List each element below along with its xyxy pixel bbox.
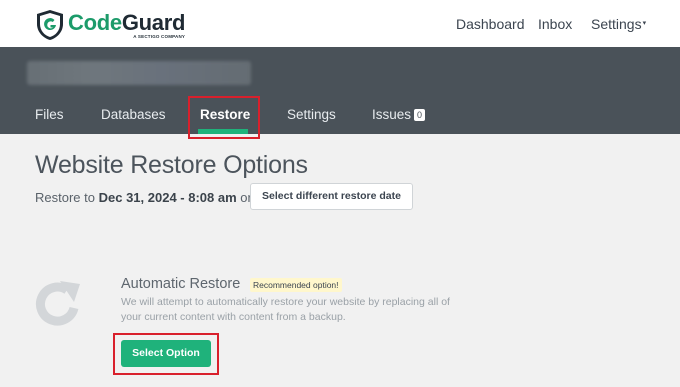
tab-issues-label: Issues — [372, 107, 412, 122]
restore-to-prefix: Restore to — [35, 190, 95, 205]
logo-word-guard: Guard — [121, 10, 186, 35]
nav-settings-dropdown[interactable]: Settings▾ — [591, 16, 646, 32]
nav-dashboard-link[interactable]: Dashboard — [456, 16, 525, 32]
tab-files[interactable]: Files — [35, 107, 64, 122]
nav-settings-label: Settings — [591, 16, 642, 32]
automatic-restore-title: Automatic Restore — [121, 276, 241, 292]
codeguard-shield-icon — [37, 10, 63, 40]
blurred-site-name — [27, 61, 251, 85]
nav-inbox-link[interactable]: Inbox — [538, 16, 572, 32]
recommended-badge: Recommended option! — [250, 278, 342, 292]
top-header: CodeGuard A SECTIGO COMPANY Dashboard In… — [0, 0, 680, 47]
issues-count-badge: 0 — [414, 109, 426, 121]
restore-tab-highlight-box — [188, 96, 260, 139]
codeguard-logo[interactable]: CodeGuard A SECTIGO COMPANY — [34, 9, 185, 41]
logo-wordmark: CodeGuard — [68, 11, 185, 35]
select-restore-date-button[interactable]: Select different restore date — [250, 183, 413, 210]
restore-point-line: Restore to Dec 31, 2024 - 8:08 am or — [35, 190, 252, 205]
tab-databases[interactable]: Databases — [101, 107, 166, 122]
page-title: Website Restore Options — [35, 151, 308, 179]
tab-settings[interactable]: Settings — [287, 107, 336, 122]
restore-date: Dec 31, 2024 - 8:08 am — [98, 190, 237, 205]
select-option-highlight-box — [113, 333, 219, 375]
chevron-down-icon: ▾ — [642, 20, 647, 27]
automatic-restore-description: We will attempt to automatically restore… — [121, 296, 450, 323]
logo-word-code: Code — [68, 10, 122, 35]
restore-refresh-icon — [35, 281, 80, 326]
tab-issues[interactable]: Issues 0 — [372, 107, 426, 122]
site-tabs-band: Files Databases Restore Settings Issues 0 — [0, 47, 680, 134]
logo-tagline: A SECTIGO COMPANY — [133, 34, 186, 39]
